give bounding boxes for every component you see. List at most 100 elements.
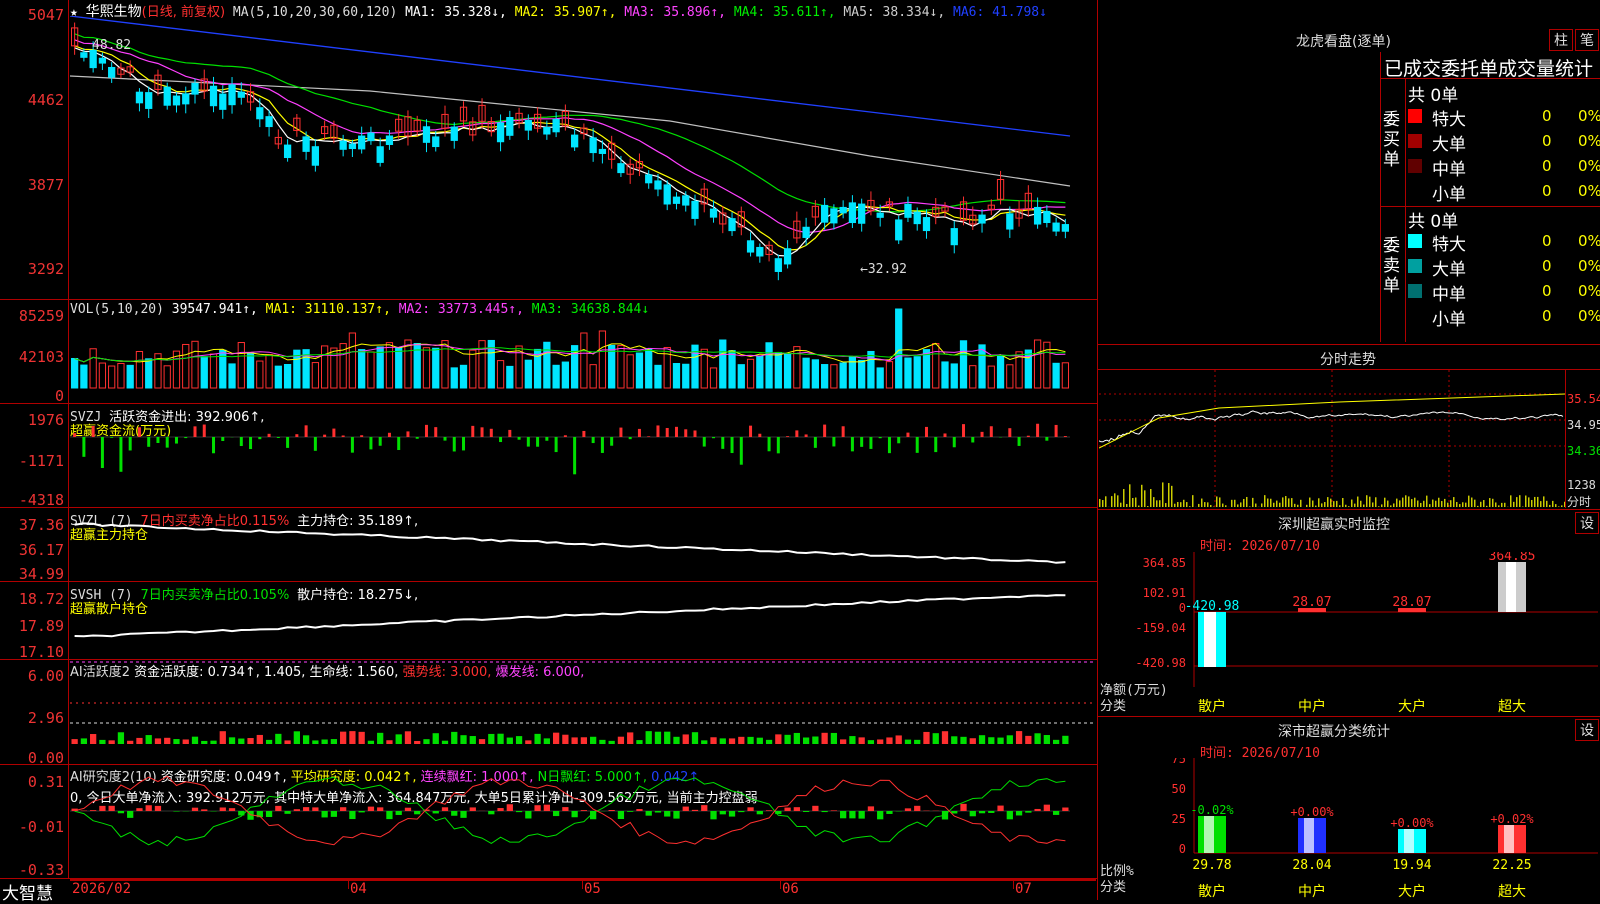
svzj-chart[interactable] <box>70 404 1096 507</box>
flow-bar <box>592 437 595 443</box>
intraday-volume-bar <box>1210 505 1212 507</box>
activity-bar <box>183 739 189 744</box>
monitor-bar-shine <box>1506 562 1516 612</box>
volume-bar <box>553 365 559 388</box>
research-bar <box>220 807 226 811</box>
volume-bar <box>497 361 503 388</box>
volume-bar <box>960 341 966 388</box>
research-bar <box>534 805 540 811</box>
research-bar <box>229 808 235 811</box>
flow-bar <box>277 437 280 438</box>
volume-ytick: 85259 <box>0 307 64 325</box>
intraday-volume-bar <box>1156 500 1158 507</box>
research-bar <box>322 811 328 817</box>
sell-row-0: 特大 0 0% <box>1406 229 1600 254</box>
activity-bar <box>81 738 87 744</box>
intraday-volume-bar <box>1375 497 1377 507</box>
activity-bar <box>553 733 559 744</box>
activity-bar <box>433 733 439 744</box>
sz-monitor-chart[interactable]: 364.85102.910-159.04-420.98-420.9828.072… <box>1098 552 1600 716</box>
research-bar <box>738 811 744 812</box>
svzl-chart[interactable] <box>70 508 1096 581</box>
brand-logo[interactable]: 大智慧 <box>2 879 53 904</box>
intraday-volume-bar <box>1099 499 1101 507</box>
intraday-volume-bar <box>1345 505 1347 507</box>
activity-bar <box>997 738 1003 744</box>
intraday-volume-bar <box>1267 499 1269 507</box>
monitor-ytick: -420.98 <box>1135 656 1186 670</box>
sz-monitor-settings-button[interactable]: 设 <box>1575 512 1599 534</box>
candle-body <box>164 87 170 105</box>
intraday-volume-bar <box>1177 502 1179 507</box>
flow-bar <box>536 437 539 447</box>
activity-bar <box>627 732 633 744</box>
sz-class-chart[interactable]: 7550250-0.02%+0.00%+0.00%+0.02%29.7828.0… <box>1098 758 1600 900</box>
flow-bar <box>684 429 687 437</box>
intraday-volume-bar <box>1561 505 1563 507</box>
candle-body <box>664 185 670 204</box>
activity-bar <box>905 740 911 744</box>
volume-bar <box>933 344 939 388</box>
activity-bar <box>109 740 115 744</box>
order-count: 0 <box>1542 257 1552 275</box>
research-bar <box>729 811 735 817</box>
flow-bar <box>842 426 845 437</box>
candle-body <box>803 227 809 237</box>
research-bar <box>396 811 402 815</box>
activity-bar <box>507 738 513 744</box>
svzj-ytick: 1976 <box>0 411 64 429</box>
candle-body <box>646 175 652 183</box>
sz-class-settings-button[interactable]: 设 <box>1575 719 1599 741</box>
intraday-volume-bar <box>1111 496 1113 507</box>
flow-bar <box>425 425 428 437</box>
activity-bar <box>646 731 652 744</box>
flow-bar <box>305 425 308 437</box>
activity-bar <box>322 740 328 744</box>
ai-research-chart[interactable] <box>70 765 1096 878</box>
ai-research-ytick: -0.33 <box>0 861 64 879</box>
flow-bar <box>508 430 511 437</box>
intraday-chart[interactable] <box>1099 370 1565 508</box>
order-color-swatch <box>1408 234 1422 248</box>
svsh-ytick: 17.10 <box>0 643 64 661</box>
volume-bar <box>859 360 865 388</box>
volume-bar <box>988 366 994 388</box>
activity-bar <box>988 737 994 744</box>
intraday-volume-bar <box>1273 503 1275 507</box>
volume-bar <box>673 364 679 388</box>
activity-bar <box>618 737 624 744</box>
candle-body <box>497 123 503 142</box>
activity-bar <box>775 734 781 744</box>
research-bar <box>859 811 865 819</box>
bar-view-button[interactable]: 柱 <box>1549 29 1573 51</box>
candle-body <box>775 259 781 272</box>
flow-bar <box>416 437 419 439</box>
left-chart-area[interactable]: ★ 华熙生物(日线, 前复权) MA(5,10,20,30,60,120) MA… <box>0 0 1098 900</box>
volume-bar <box>840 363 846 388</box>
flow-bar <box>73 433 76 437</box>
candle-body <box>229 85 235 105</box>
candle-body <box>951 229 957 245</box>
ai-active-chart[interactable] <box>70 660 1096 764</box>
tick-view-button[interactable]: 笔 <box>1575 29 1599 51</box>
research-bar <box>849 811 855 818</box>
candle-body <box>840 207 846 212</box>
flow-bar <box>388 433 391 437</box>
class-category: 超大 <box>1498 884 1526 900</box>
monitor-bar-label: 28.07 <box>1292 595 1331 610</box>
flow-bar <box>564 435 567 437</box>
volume-chart[interactable] <box>70 300 1096 403</box>
intraday-volume-bar <box>1411 499 1413 507</box>
candle-body <box>433 137 439 147</box>
intraday-volume-bar <box>1399 500 1401 507</box>
candlestick-chart[interactable] <box>70 16 1096 299</box>
svsh-chart[interactable] <box>70 582 1096 659</box>
research-bar <box>340 807 346 811</box>
research-bar <box>1025 811 1031 813</box>
research-bar <box>544 805 550 811</box>
intraday-volume-bar <box>1360 501 1362 507</box>
volume-bar <box>423 348 429 388</box>
flow-bar <box>518 437 521 440</box>
flow-bar <box>462 437 465 450</box>
x-axis-label: 07 <box>1015 881 1032 897</box>
